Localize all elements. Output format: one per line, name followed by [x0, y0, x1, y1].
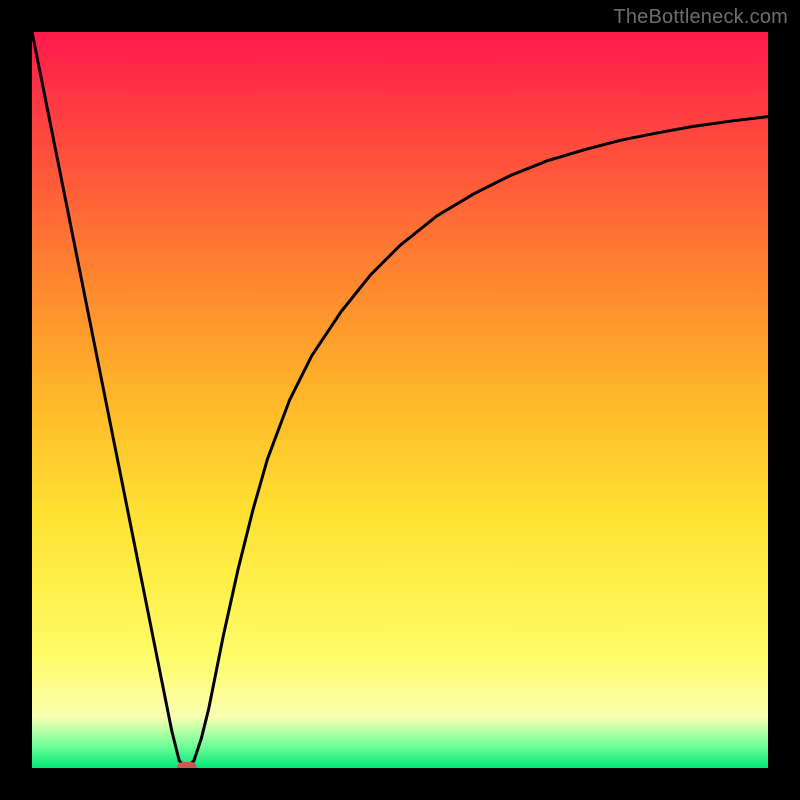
optimum-marker	[177, 762, 197, 768]
watermark-text: TheBottleneck.com	[613, 6, 788, 29]
chart-plot-area	[32, 32, 768, 768]
chart-frame: TheBottleneck.com	[0, 0, 800, 800]
chart-curve	[32, 32, 768, 768]
